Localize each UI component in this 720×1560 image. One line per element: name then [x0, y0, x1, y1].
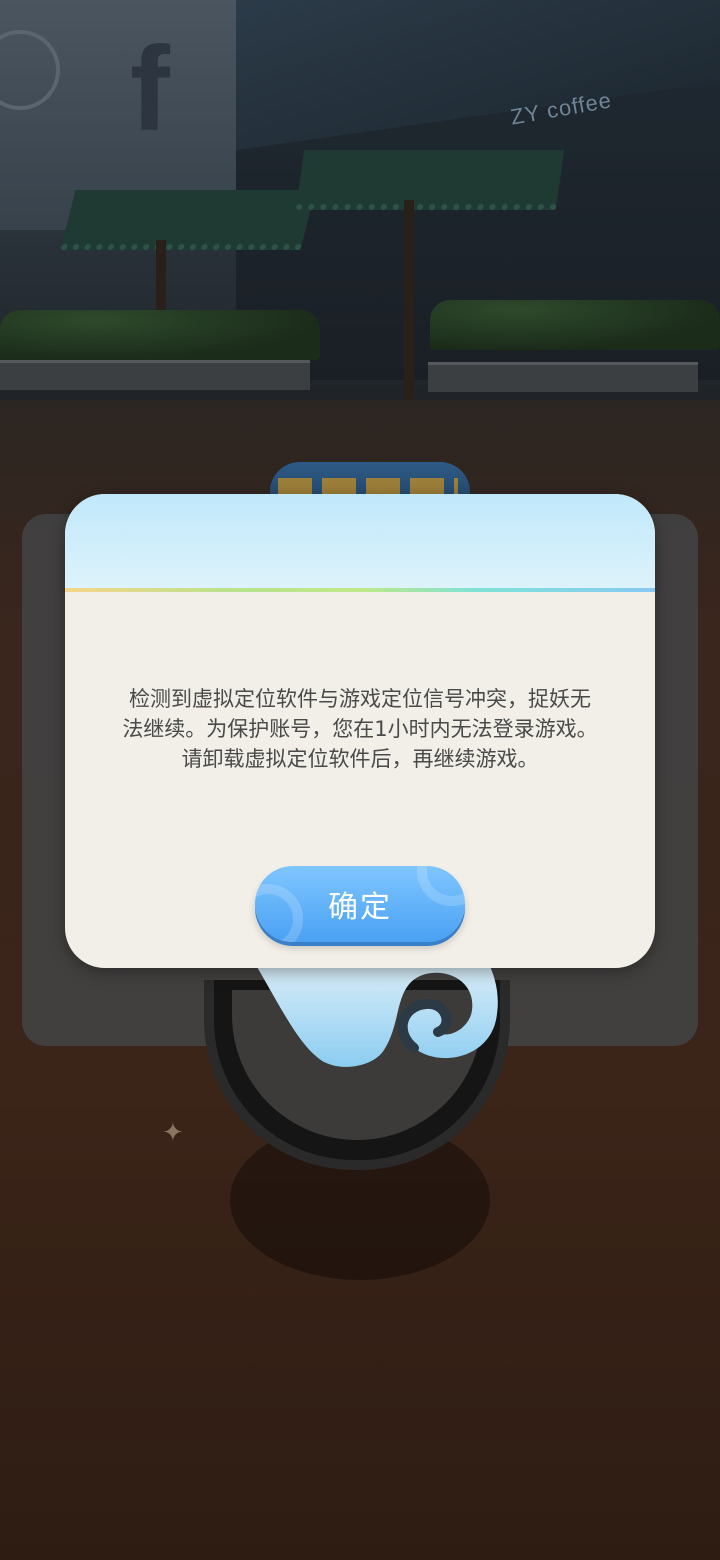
- sparkle-icon: ✦: [162, 1118, 184, 1148]
- umbrella-pole: [404, 200, 414, 400]
- button-swirl-decoration: [417, 866, 465, 906]
- message-line: 检测到虚拟定位软件与游戏定位信号冲突，捉妖无: [129, 687, 591, 711]
- dialog-divider: [65, 588, 655, 592]
- hedge: [430, 300, 720, 350]
- building-sign-letters: f: [130, 22, 190, 156]
- awning: [295, 150, 565, 210]
- dialog-header: [65, 494, 655, 590]
- confirm-button[interactable]: 确定: [255, 866, 465, 942]
- confirm-button-label: 确定: [328, 890, 392, 925]
- planter: [0, 360, 310, 390]
- button-swirl-decoration: [255, 884, 303, 942]
- hedge: [0, 310, 320, 360]
- building-facade: [236, 0, 720, 150]
- planter: [428, 362, 698, 392]
- building-logo-ring: [0, 30, 60, 110]
- message-line: 请卸载虚拟定位软件后，再继续游戏。: [181, 747, 539, 771]
- message-line: 法继续。为保护账号，您在1小时内无法登录游戏。: [122, 717, 598, 741]
- location-conflict-dialog: 检测到虚拟定位软件与游戏定位信号冲突，捉妖无 法继续。为保护账号，您在1小时内无…: [65, 494, 655, 968]
- dialog-message: 检测到虚拟定位软件与游戏定位信号冲突，捉妖无 法继续。为保护账号，您在1小时内无…: [105, 684, 615, 774]
- awning: [60, 190, 316, 250]
